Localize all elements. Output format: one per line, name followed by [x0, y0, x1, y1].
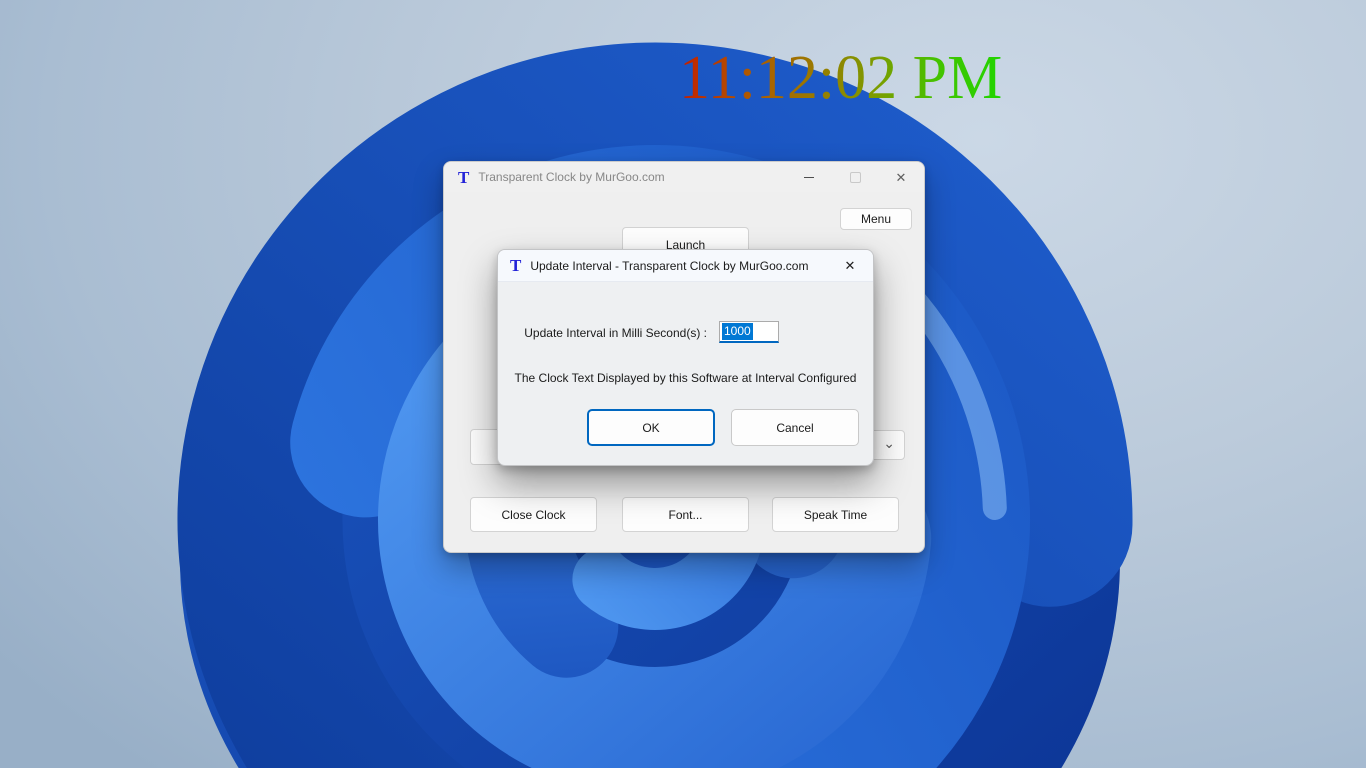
app-icon: T — [458, 167, 470, 187]
main-window-titlebar[interactable]: T Transparent Clock by MurGoo.com ✕ — [444, 162, 924, 192]
ok-button[interactable]: OK — [587, 409, 715, 446]
interval-input-selected-text: 1000 — [722, 323, 753, 340]
cancel-button[interactable]: Cancel — [731, 409, 859, 446]
main-window-title: Transparent Clock by MurGoo.com — [478, 170, 665, 184]
maximize-icon — [849, 171, 861, 183]
minimize-button[interactable] — [786, 162, 832, 192]
close-clock-button[interactable]: Close Clock — [470, 497, 597, 532]
interval-label: Update Interval in Milli Second(s) : — [524, 326, 707, 340]
interval-input[interactable]: 1000 — [719, 321, 779, 343]
chevron-down-icon: ⌄ — [883, 435, 895, 451]
dialog-titlebar[interactable]: T Update Interval - Transparent Clock by… — [498, 250, 873, 282]
menu-button[interactable]: Menu — [840, 208, 912, 230]
app-icon: T — [510, 256, 522, 275]
update-interval-dialog: T Update Interval - Transparent Clock by… — [497, 249, 874, 466]
dialog-info-text: The Clock Text Displayed by this Softwar… — [514, 371, 857, 385]
desktop-clock-text: 11:12:02 PM — [679, 44, 1003, 112]
maximize-button — [832, 162, 878, 192]
minimize-icon — [804, 176, 814, 178]
dialog-caption-buttons: ✕ — [827, 250, 873, 280]
close-icon: ✕ — [844, 257, 856, 273]
main-caption-buttons: ✕ — [786, 162, 924, 192]
dialog-close-button[interactable]: ✕ — [827, 250, 873, 280]
close-button[interactable]: ✕ — [878, 162, 924, 192]
close-icon: ✕ — [895, 169, 907, 185]
font-button[interactable]: Font... — [622, 497, 749, 532]
dialog-title: Update Interval - Transparent Clock by M… — [530, 258, 809, 273]
speak-time-button[interactable]: Speak Time — [772, 497, 899, 532]
